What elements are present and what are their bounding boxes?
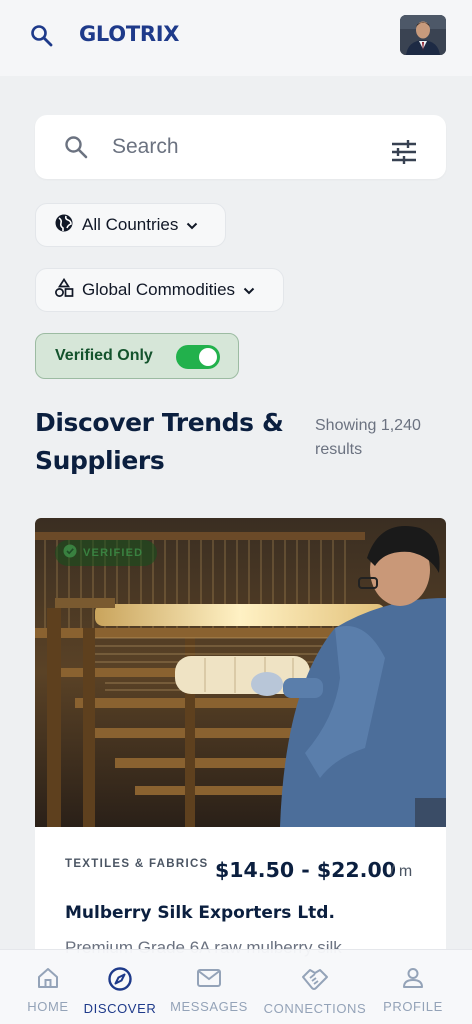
page-title: Discover Trends & Suppliers bbox=[35, 408, 284, 475]
compass-icon bbox=[107, 950, 133, 997]
tune-icon[interactable] bbox=[389, 139, 419, 165]
search-icon[interactable] bbox=[28, 22, 56, 50]
verified-badge: VERIFIED bbox=[55, 540, 158, 566]
listing-price: $14.50 - $22.00 bbox=[215, 858, 396, 882]
chevron-down-icon bbox=[186, 215, 198, 235]
shapes-icon bbox=[54, 277, 74, 303]
product-image: VERIFIED bbox=[35, 518, 446, 827]
app-logo[interactable]: GLOTRIX bbox=[79, 22, 179, 46]
nav-discover-label: DISCOVER bbox=[83, 1001, 157, 1016]
chevron-down-icon bbox=[243, 280, 255, 300]
supplier-name[interactable]: Mulberry Silk Exporters Ltd. bbox=[65, 903, 335, 923]
toggle-knob bbox=[199, 348, 217, 366]
nav-profile[interactable]: PROFILE bbox=[378, 950, 448, 1024]
result-count: Showing 1,240 results bbox=[315, 417, 421, 458]
verified-badge-label: VERIFIED bbox=[83, 547, 144, 559]
globe-icon bbox=[54, 213, 74, 238]
nav-profile-label: PROFILE bbox=[383, 999, 443, 1014]
commodity-filter[interactable]: Global Commodities bbox=[35, 268, 284, 312]
nav-connections[interactable]: CONNECTIONS bbox=[258, 950, 372, 1024]
nav-discover[interactable]: DISCOVER bbox=[80, 950, 160, 1024]
avatar[interactable] bbox=[400, 15, 446, 55]
search-input[interactable] bbox=[112, 129, 372, 165]
toggle-switch[interactable] bbox=[176, 345, 220, 369]
commodity-filter-label: Global Commodities bbox=[82, 280, 236, 299]
verified-only-label: Verified Only bbox=[55, 347, 153, 364]
person-icon bbox=[401, 950, 425, 995]
nav-messages[interactable]: MESSAGES bbox=[166, 950, 252, 1024]
country-filter-label: All Countries bbox=[82, 215, 179, 234]
nav-home-label: HOME bbox=[27, 999, 69, 1014]
check-badge-icon bbox=[63, 544, 77, 563]
search-bar bbox=[35, 115, 446, 179]
country-filter[interactable]: All Countries bbox=[35, 203, 226, 247]
nav-connections-label: CONNECTIONS bbox=[263, 1001, 367, 1016]
verified-only-toggle[interactable]: Verified Only bbox=[35, 333, 239, 379]
listing-category: TEXTILES & FABRICS bbox=[65, 858, 209, 870]
bottom-nav: HOME DISCOVER MESSAGES CONNECTIONS PROFI… bbox=[0, 949, 472, 1024]
search-icon bbox=[63, 134, 89, 160]
top-bar: GLOTRIX bbox=[0, 0, 472, 76]
nav-home[interactable]: HOME bbox=[20, 950, 76, 1024]
price-unit: / m bbox=[390, 863, 413, 880]
home-icon bbox=[36, 950, 60, 995]
nav-messages-label: MESSAGES bbox=[170, 999, 248, 1014]
mail-icon bbox=[196, 950, 222, 995]
handshake-icon bbox=[300, 950, 330, 997]
